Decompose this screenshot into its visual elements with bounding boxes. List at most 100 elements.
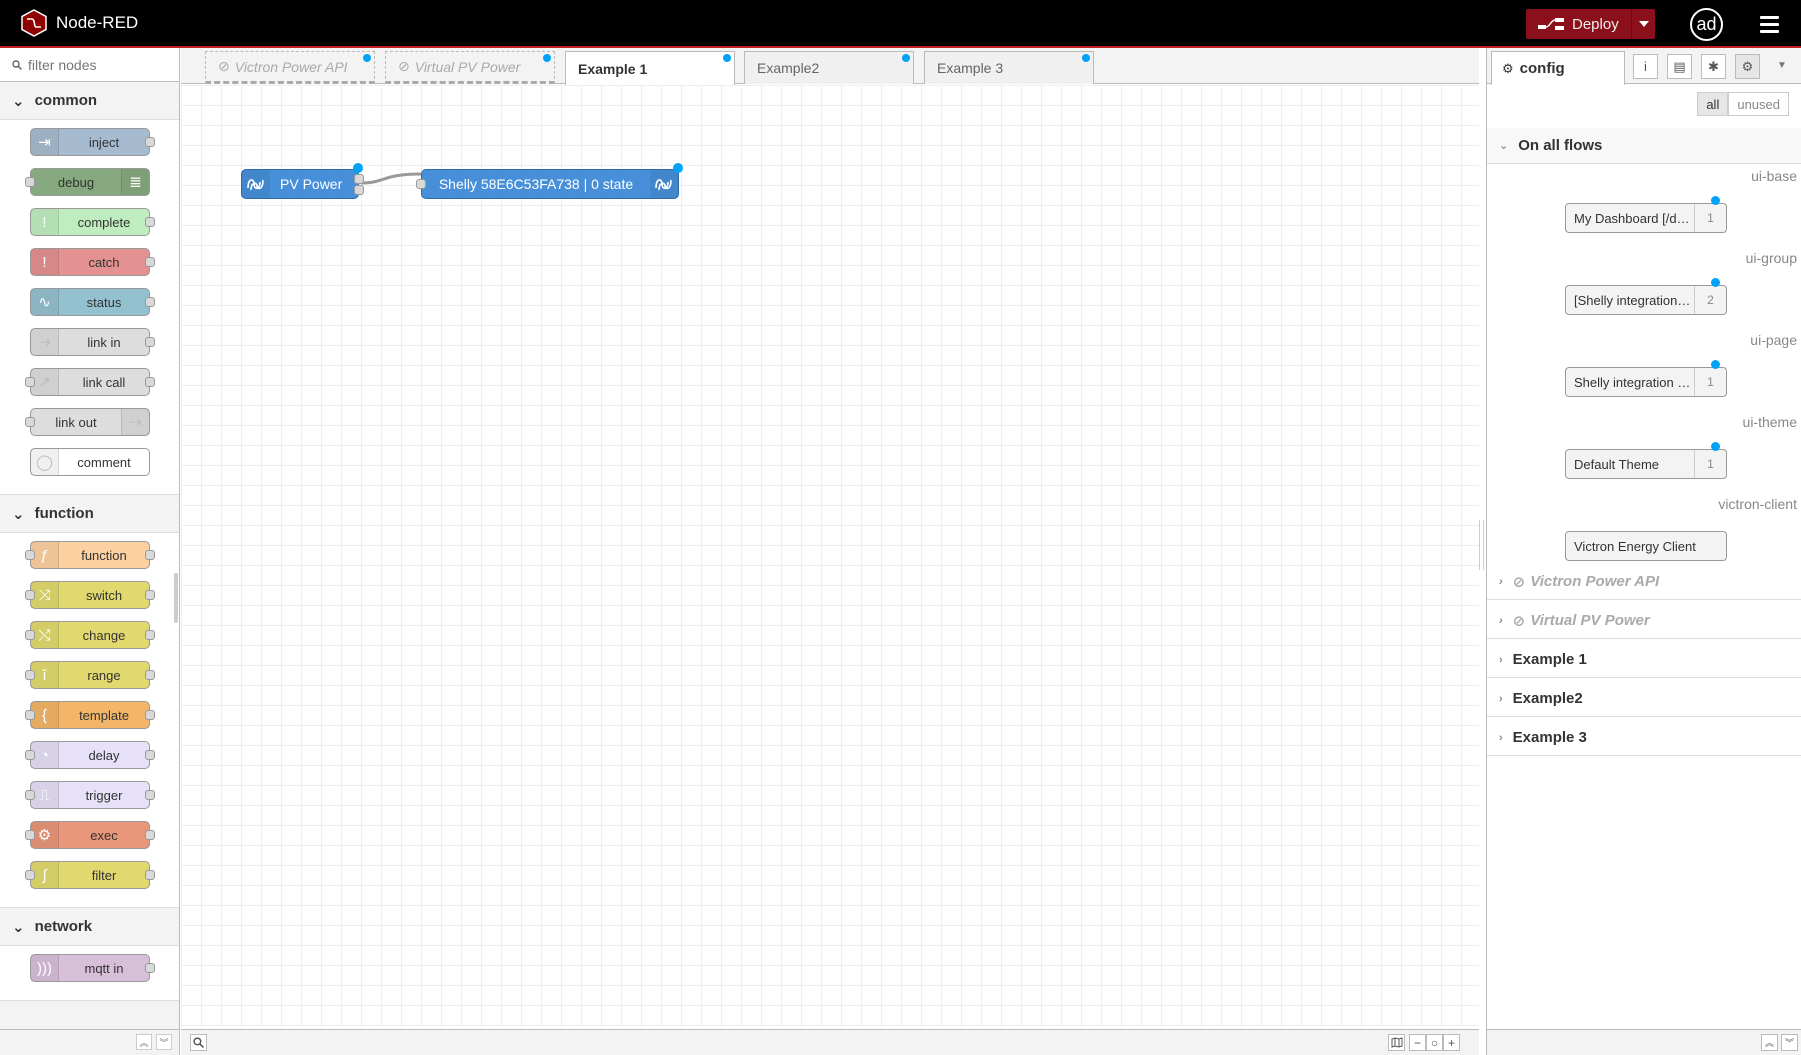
section-label: Virtual PV Power	[1530, 612, 1650, 629]
output-port	[145, 377, 155, 387]
config-node-user-count: 2	[1694, 286, 1726, 314]
section-flow-3[interactable]: › Example 1	[1487, 642, 1801, 678]
tab-flow-3[interactable]: Example2	[744, 51, 914, 84]
palette-node-switch[interactable]: ⤨ switch	[25, 581, 155, 609]
tab-flow-2[interactable]: Example 1	[565, 51, 735, 85]
config-node[interactable]: Shelly integration [/shelly]1	[1565, 360, 1727, 397]
sidebar: ⚙ config i ▤ ✱ ⚙ ▼ all unused ⌄ On all fl…	[1486, 48, 1801, 1055]
palette-category-label: function	[34, 505, 94, 522]
palette-node-filter[interactable]: ∫ filter	[25, 861, 155, 889]
palette-filter-input[interactable]	[28, 56, 168, 73]
sidebar-resize-handle[interactable]	[1479, 520, 1484, 570]
tab-flow-1[interactable]: ⊘ Virtual PV Power	[385, 51, 555, 84]
tab-config[interactable]: ⚙ config	[1491, 51, 1625, 85]
flow-workspace[interactable]: PV Power Shelly 58E6C53FA738 | 0 state	[181, 85, 1479, 1027]
info-tab-icon[interactable]: i	[1633, 54, 1658, 79]
zoom-reset-button[interactable]: ○	[1426, 1034, 1443, 1051]
config-node-name: My Dashboard [/dashboard]	[1574, 210, 1692, 226]
hamburger-icon-line	[1760, 23, 1779, 26]
delay-icon: ◔	[31, 742, 59, 768]
filter-all-button[interactable]: all	[1697, 92, 1729, 116]
search-flows-button[interactable]	[190, 1034, 207, 1051]
palette-node-link-out[interactable]: link out ⇢	[25, 408, 150, 436]
input-port	[25, 670, 35, 680]
palette-node-trigger[interactable]: ⎍ trigger	[25, 781, 155, 809]
filter-unused-button[interactable]: unused	[1728, 92, 1789, 116]
section-flow-4[interactable]: › Example2	[1487, 681, 1801, 717]
config-node-name: Shelly integration [/shelly]	[1574, 374, 1692, 390]
palette-node-complete[interactable]: ! complete	[30, 208, 155, 236]
input-port	[25, 550, 35, 560]
palette-category-function[interactable]: ⌄ function	[0, 495, 179, 533]
config-filter: all unused	[1697, 92, 1789, 116]
collapse-all-button[interactable]: ︽	[1761, 1034, 1778, 1051]
config-type-label: victron-client	[1718, 496, 1797, 512]
palette-node-debug[interactable]: debug ≣	[25, 168, 150, 196]
input-port[interactable]	[416, 179, 426, 189]
palette-category-body: ⇥ inject debug ≣ ! complete ! catch ∿ status ⇢ link…	[0, 120, 179, 495]
user-menu-button[interactable]: ad	[1690, 8, 1723, 41]
collapse-all-button[interactable]: ︽	[136, 1034, 152, 1050]
sidebar-menu-chevron-down-icon[interactable]: ▼	[1777, 60, 1787, 71]
palette-node-function[interactable]: ƒ function	[25, 541, 155, 569]
deploy-button[interactable]: Deploy	[1526, 9, 1631, 39]
workspace-footer: − ○ +	[181, 1029, 1479, 1055]
config-gear-icon[interactable]: ⚙	[1735, 54, 1760, 79]
section-flow-5[interactable]: › Example 3	[1487, 720, 1801, 756]
palette-node-range[interactable]: ǐ range	[25, 661, 155, 689]
config-node-name: Default Theme	[1574, 456, 1660, 472]
palette-node-link-call[interactable]: ↗ link call	[25, 368, 155, 396]
config-node[interactable]: My Dashboard [/dashboard]1	[1565, 196, 1727, 233]
output-port[interactable]	[354, 185, 364, 195]
debug-bug-icon[interactable]: ✱	[1701, 54, 1726, 79]
section-flow-2[interactable]: › ⊘ Virtual PV Power	[1487, 603, 1801, 639]
config-node-user-count: 1	[1694, 368, 1726, 396]
output-port	[145, 297, 155, 307]
palette-scrollbar[interactable]	[174, 573, 178, 623]
expand-all-button[interactable]: ︾	[1781, 1034, 1798, 1051]
palette-category-network[interactable]: ⌄ network	[0, 908, 179, 946]
zoom-in-button[interactable]: +	[1443, 1034, 1460, 1051]
section-flow-1[interactable]: › ⊘ Victron Power API	[1487, 564, 1801, 600]
link-call-icon: ↗	[31, 369, 59, 395]
input-port	[25, 417, 35, 427]
palette-node-delay[interactable]: ◔ delay	[25, 741, 155, 769]
config-node-name: [Shelly integration example] Group	[1574, 292, 1692, 308]
config-node[interactable]: [Shelly integration example] Group2	[1565, 278, 1727, 315]
expand-all-button[interactable]: ︾	[156, 1034, 172, 1050]
input-port	[25, 177, 35, 187]
section-on-all-flows[interactable]: ⌄ On all flows	[1487, 128, 1801, 164]
palette-node-mqtt-in[interactable]: ))) mqtt in	[30, 954, 155, 982]
output-port	[145, 337, 155, 347]
section-label: Example 3	[1512, 729, 1587, 746]
search-icon	[12, 59, 22, 70]
main-menu-button[interactable]	[1760, 16, 1779, 37]
palette-node-label: template	[79, 707, 129, 723]
tab-flow-0[interactable]: ⊘ Victron Power API	[205, 51, 375, 84]
config-node[interactable]: Default Theme 1	[1565, 442, 1727, 479]
zoom-out-button[interactable]: −	[1409, 1034, 1426, 1051]
tab-flow-4[interactable]: Example 3	[924, 51, 1094, 84]
config-type-label: ui-group	[1745, 250, 1797, 266]
palette-node-status[interactable]: ∿ status	[30, 288, 155, 316]
palette-category-common[interactable]: ⌄ common	[0, 82, 179, 120]
navigator-button[interactable]	[1388, 1034, 1405, 1051]
deploy-options-button[interactable]	[1631, 9, 1655, 39]
chevron-down-icon: ⌄	[12, 918, 25, 936]
palette-node-label: catch	[88, 254, 120, 270]
palette-node-exec[interactable]: ⚙ exec	[25, 821, 155, 849]
tab-label: Example 3	[937, 60, 1004, 76]
palette-node-catch[interactable]: ! catch	[30, 248, 155, 276]
flow-node-pv-power[interactable]: PV Power	[241, 163, 364, 199]
flow-node-shelly[interactable]: Shelly 58E6C53FA738 | 0 state	[416, 163, 683, 199]
palette-node-template[interactable]: {template	[25, 701, 155, 729]
chevron-right-icon: ›	[1499, 692, 1503, 705]
palette-category-label: common	[34, 92, 98, 109]
output-port[interactable]	[354, 174, 364, 184]
config-node[interactable]: Victron Energy Client	[1565, 531, 1727, 561]
palette-node-link-in[interactable]: ⇢ link in	[30, 328, 155, 356]
palette-node-inject[interactable]: ⇥ inject	[30, 128, 155, 156]
palette-node-change[interactable]: ⤭ change	[25, 621, 155, 649]
help-book-icon[interactable]: ▤	[1667, 54, 1692, 79]
palette-node-comment[interactable]: ◯ comment	[30, 448, 150, 476]
